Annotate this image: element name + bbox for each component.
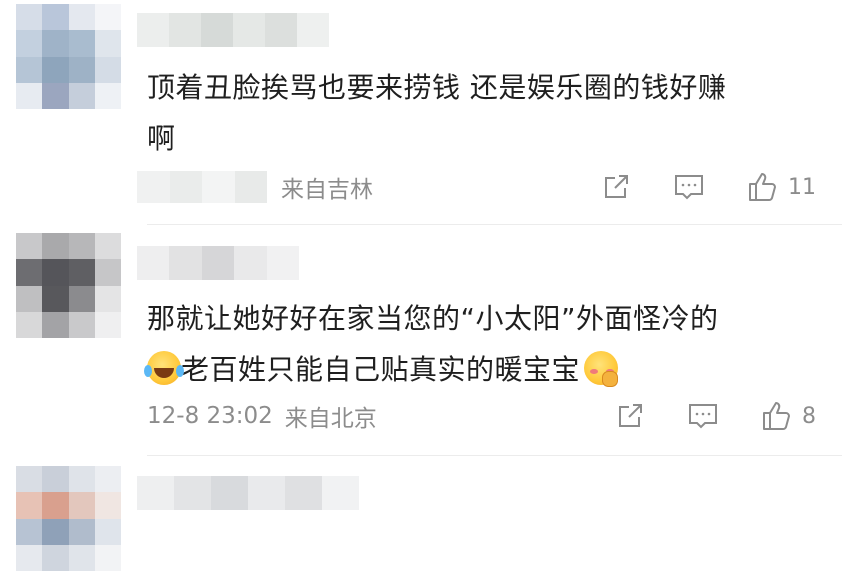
comment-text-line: 那就让她好好在家当您的“小太阳”外面怪冷的: [147, 302, 719, 335]
username-blurred[interactable]: [137, 476, 359, 510]
location-label: 来自北京: [284, 406, 377, 432]
reply-button[interactable]: [686, 400, 720, 432]
share-button[interactable]: [600, 171, 632, 203]
comment-text-line: 老百姓只能自己贴真实的暖宝宝: [144, 344, 812, 395]
comment-actions: 8: [614, 399, 816, 433]
like-icon: [763, 402, 790, 430]
like-button[interactable]: 11: [746, 170, 816, 204]
comment-text: 那就让她好好在家当您的“小太阳”外面怪冷的 老百姓只能自己贴真实的暖宝宝: [144, 293, 812, 395]
reply-button[interactable]: [672, 171, 706, 203]
username-blurred[interactable]: [137, 246, 300, 280]
timestamp: 12-8 23:02: [147, 403, 273, 429]
share-icon: [605, 175, 628, 198]
shy-emoji: [584, 351, 619, 387]
divider: [147, 224, 842, 225]
like-button[interactable]: 8: [760, 399, 816, 433]
like-count: 11: [788, 174, 816, 200]
location-label: 来自吉林: [281, 177, 373, 203]
comment-text-line: 啊: [147, 122, 176, 155]
like-count: 8: [802, 403, 816, 429]
comment-text: 顶着丑脸挨骂也要来捞钱 还是娱乐圈的钱好赚 啊: [147, 62, 812, 164]
like-icon: [749, 173, 776, 201]
comment-meta: 来自吉林: [137, 170, 373, 204]
comment-meta: 12-8 23:02 来自北京: [147, 399, 377, 433]
comment-text-line: 顶着丑脸挨骂也要来捞钱 还是娱乐圈的钱好赚: [147, 71, 727, 104]
comment-actions: 11: [600, 170, 816, 204]
avatar[interactable]: [16, 4, 121, 109]
divider: [147, 455, 842, 456]
avatar[interactable]: [16, 233, 121, 338]
comment-icon: [689, 404, 717, 429]
avatar[interactable]: [16, 466, 121, 571]
comment-text-segment: 老百姓只能自己贴真实的暖宝宝: [181, 353, 581, 386]
share-icon: [619, 404, 642, 427]
username-blurred[interactable]: [137, 13, 329, 47]
comment-icon: [675, 175, 703, 200]
share-button[interactable]: [614, 400, 646, 432]
laugh-tears-emoji: [144, 351, 181, 385]
timestamp-blurred: [137, 171, 267, 203]
